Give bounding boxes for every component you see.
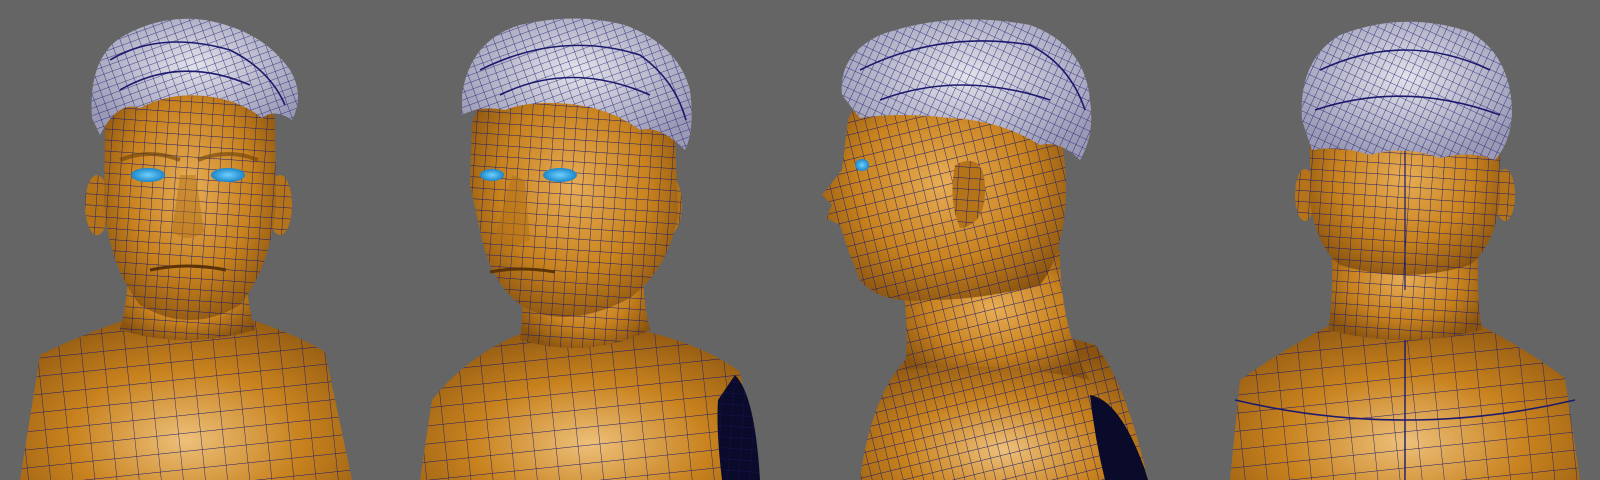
three-quarter-view[interactable] [420,18,760,480]
front-view[interactable] [20,18,352,480]
front-eye-right-icon [211,168,245,182]
viewport[interactable] [0,0,1600,480]
three-quarter-eye-right-icon [543,168,577,182]
back-view[interactable] [1230,21,1580,480]
model-render-svg [20,18,1580,480]
side-eye-icon [855,159,869,171]
side-profile-view[interactable] [822,19,1148,480]
three-quarter-eye-left-icon [480,169,504,181]
front-eye-left-icon [131,168,165,182]
